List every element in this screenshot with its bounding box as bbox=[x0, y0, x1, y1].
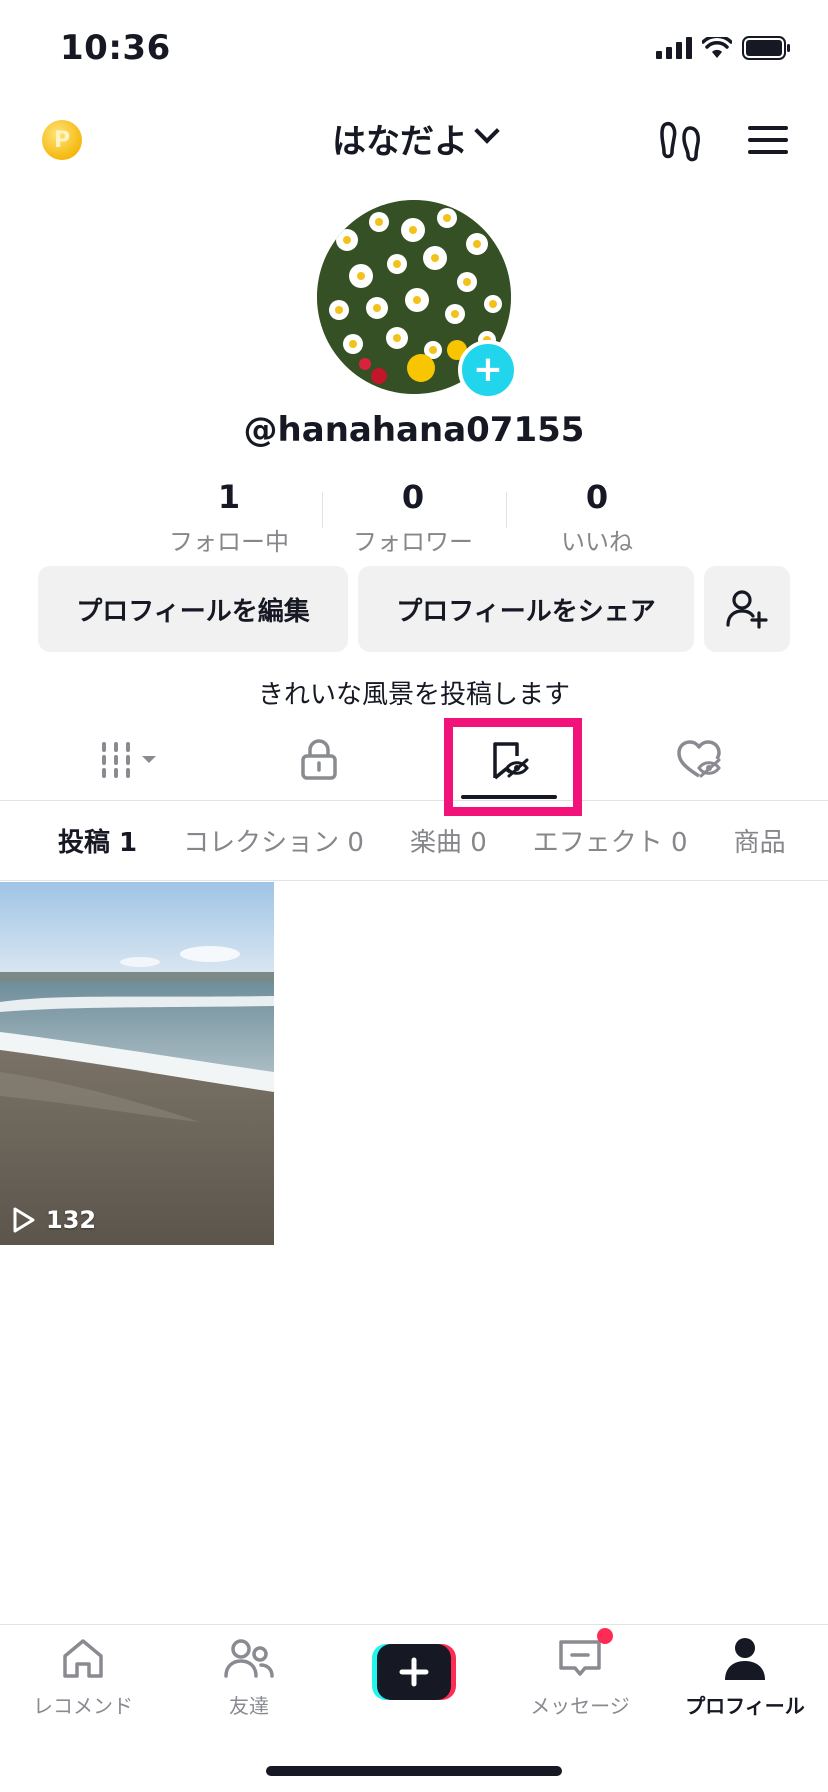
nav-messages-label: メッセージ bbox=[530, 1694, 630, 1718]
nav-messages[interactable]: メッセージ bbox=[497, 1636, 663, 1719]
heart-hidden-icon bbox=[676, 740, 721, 778]
profile-handle: @hanahana07155 bbox=[243, 410, 585, 450]
subtab-collections[interactable]: コレクション 0 bbox=[183, 822, 364, 859]
status-icons bbox=[656, 36, 792, 60]
view-count: 132 bbox=[12, 1206, 96, 1234]
nav-friends-label: 友達 bbox=[229, 1694, 269, 1718]
subtab-posts[interactable]: 投稿 1 bbox=[58, 822, 137, 859]
lock-icon bbox=[300, 739, 337, 780]
likes-count: 0 bbox=[585, 478, 609, 516]
nav-home-label: レコメンド bbox=[33, 1694, 133, 1718]
status-time: 10:36 bbox=[60, 28, 171, 68]
followers-label: フォロワー bbox=[353, 528, 473, 556]
subtab-music[interactable]: 楽曲 0 bbox=[410, 822, 487, 859]
share-profile-button[interactable]: プロフィールをシェア bbox=[358, 566, 694, 652]
likes-label: いいね bbox=[561, 528, 633, 556]
friends-icon bbox=[224, 1639, 274, 1678]
chevron-down-icon bbox=[474, 117, 500, 144]
following-label: フォロー中 bbox=[169, 528, 289, 556]
video-grid-icon bbox=[101, 742, 156, 778]
profile-bio: きれいな風景を投稿します bbox=[257, 680, 570, 710]
create-button[interactable] bbox=[372, 1644, 456, 1700]
tab-liked-hidden[interactable] bbox=[595, 720, 802, 800]
notification-dot bbox=[597, 1628, 613, 1644]
subtab-bar: 投稿 1 コレクション 0 楽曲 0 エフェクト 0 商品 bbox=[0, 800, 828, 880]
tab-videos[interactable] bbox=[26, 720, 233, 800]
subtab-effects[interactable]: エフェクト 0 bbox=[533, 822, 688, 859]
nav-profile-label: プロフィール bbox=[685, 1694, 805, 1718]
video-thumbnail[interactable] bbox=[0, 882, 274, 1245]
add-avatar-button[interactable]: + bbox=[458, 340, 518, 400]
edit-profile-button[interactable]: プロフィールを編集 bbox=[38, 566, 348, 652]
nav-home[interactable]: レコメンド bbox=[0, 1636, 166, 1719]
profile-icon bbox=[725, 1638, 765, 1680]
likes-stat[interactable]: 0 いいね bbox=[505, 478, 689, 557]
followers-stat[interactable]: 0 フォロワー bbox=[321, 478, 505, 557]
battery-icon bbox=[742, 36, 790, 60]
message-icon bbox=[559, 1640, 601, 1676]
add-person-icon bbox=[726, 590, 768, 629]
following-count: 1 bbox=[217, 478, 241, 516]
bottom-nav-divider bbox=[0, 1624, 828, 1625]
wifi-icon bbox=[702, 37, 732, 58]
footprints-icon[interactable] bbox=[656, 116, 704, 164]
nav-friends[interactable]: 友達 bbox=[166, 1636, 332, 1719]
play-icon bbox=[13, 1207, 35, 1233]
create-icon bbox=[372, 1644, 456, 1700]
menu-icon[interactable] bbox=[744, 116, 792, 164]
add-friend-button[interactable] bbox=[704, 566, 790, 652]
followers-count: 0 bbox=[401, 478, 425, 516]
nav-profile[interactable]: プロフィール bbox=[662, 1636, 828, 1719]
subtab-divider bbox=[0, 880, 828, 881]
cellular-signal-icon bbox=[656, 37, 692, 59]
subtab-products[interactable]: 商品 bbox=[734, 822, 786, 859]
home-indicator bbox=[266, 1766, 562, 1776]
username-label: はなだよ bbox=[332, 122, 468, 162]
view-count-label: 132 bbox=[46, 1206, 97, 1234]
tab-private[interactable] bbox=[215, 720, 422, 800]
following-stat[interactable]: 1 フォロー中 bbox=[137, 478, 321, 557]
home-icon bbox=[63, 1639, 103, 1678]
